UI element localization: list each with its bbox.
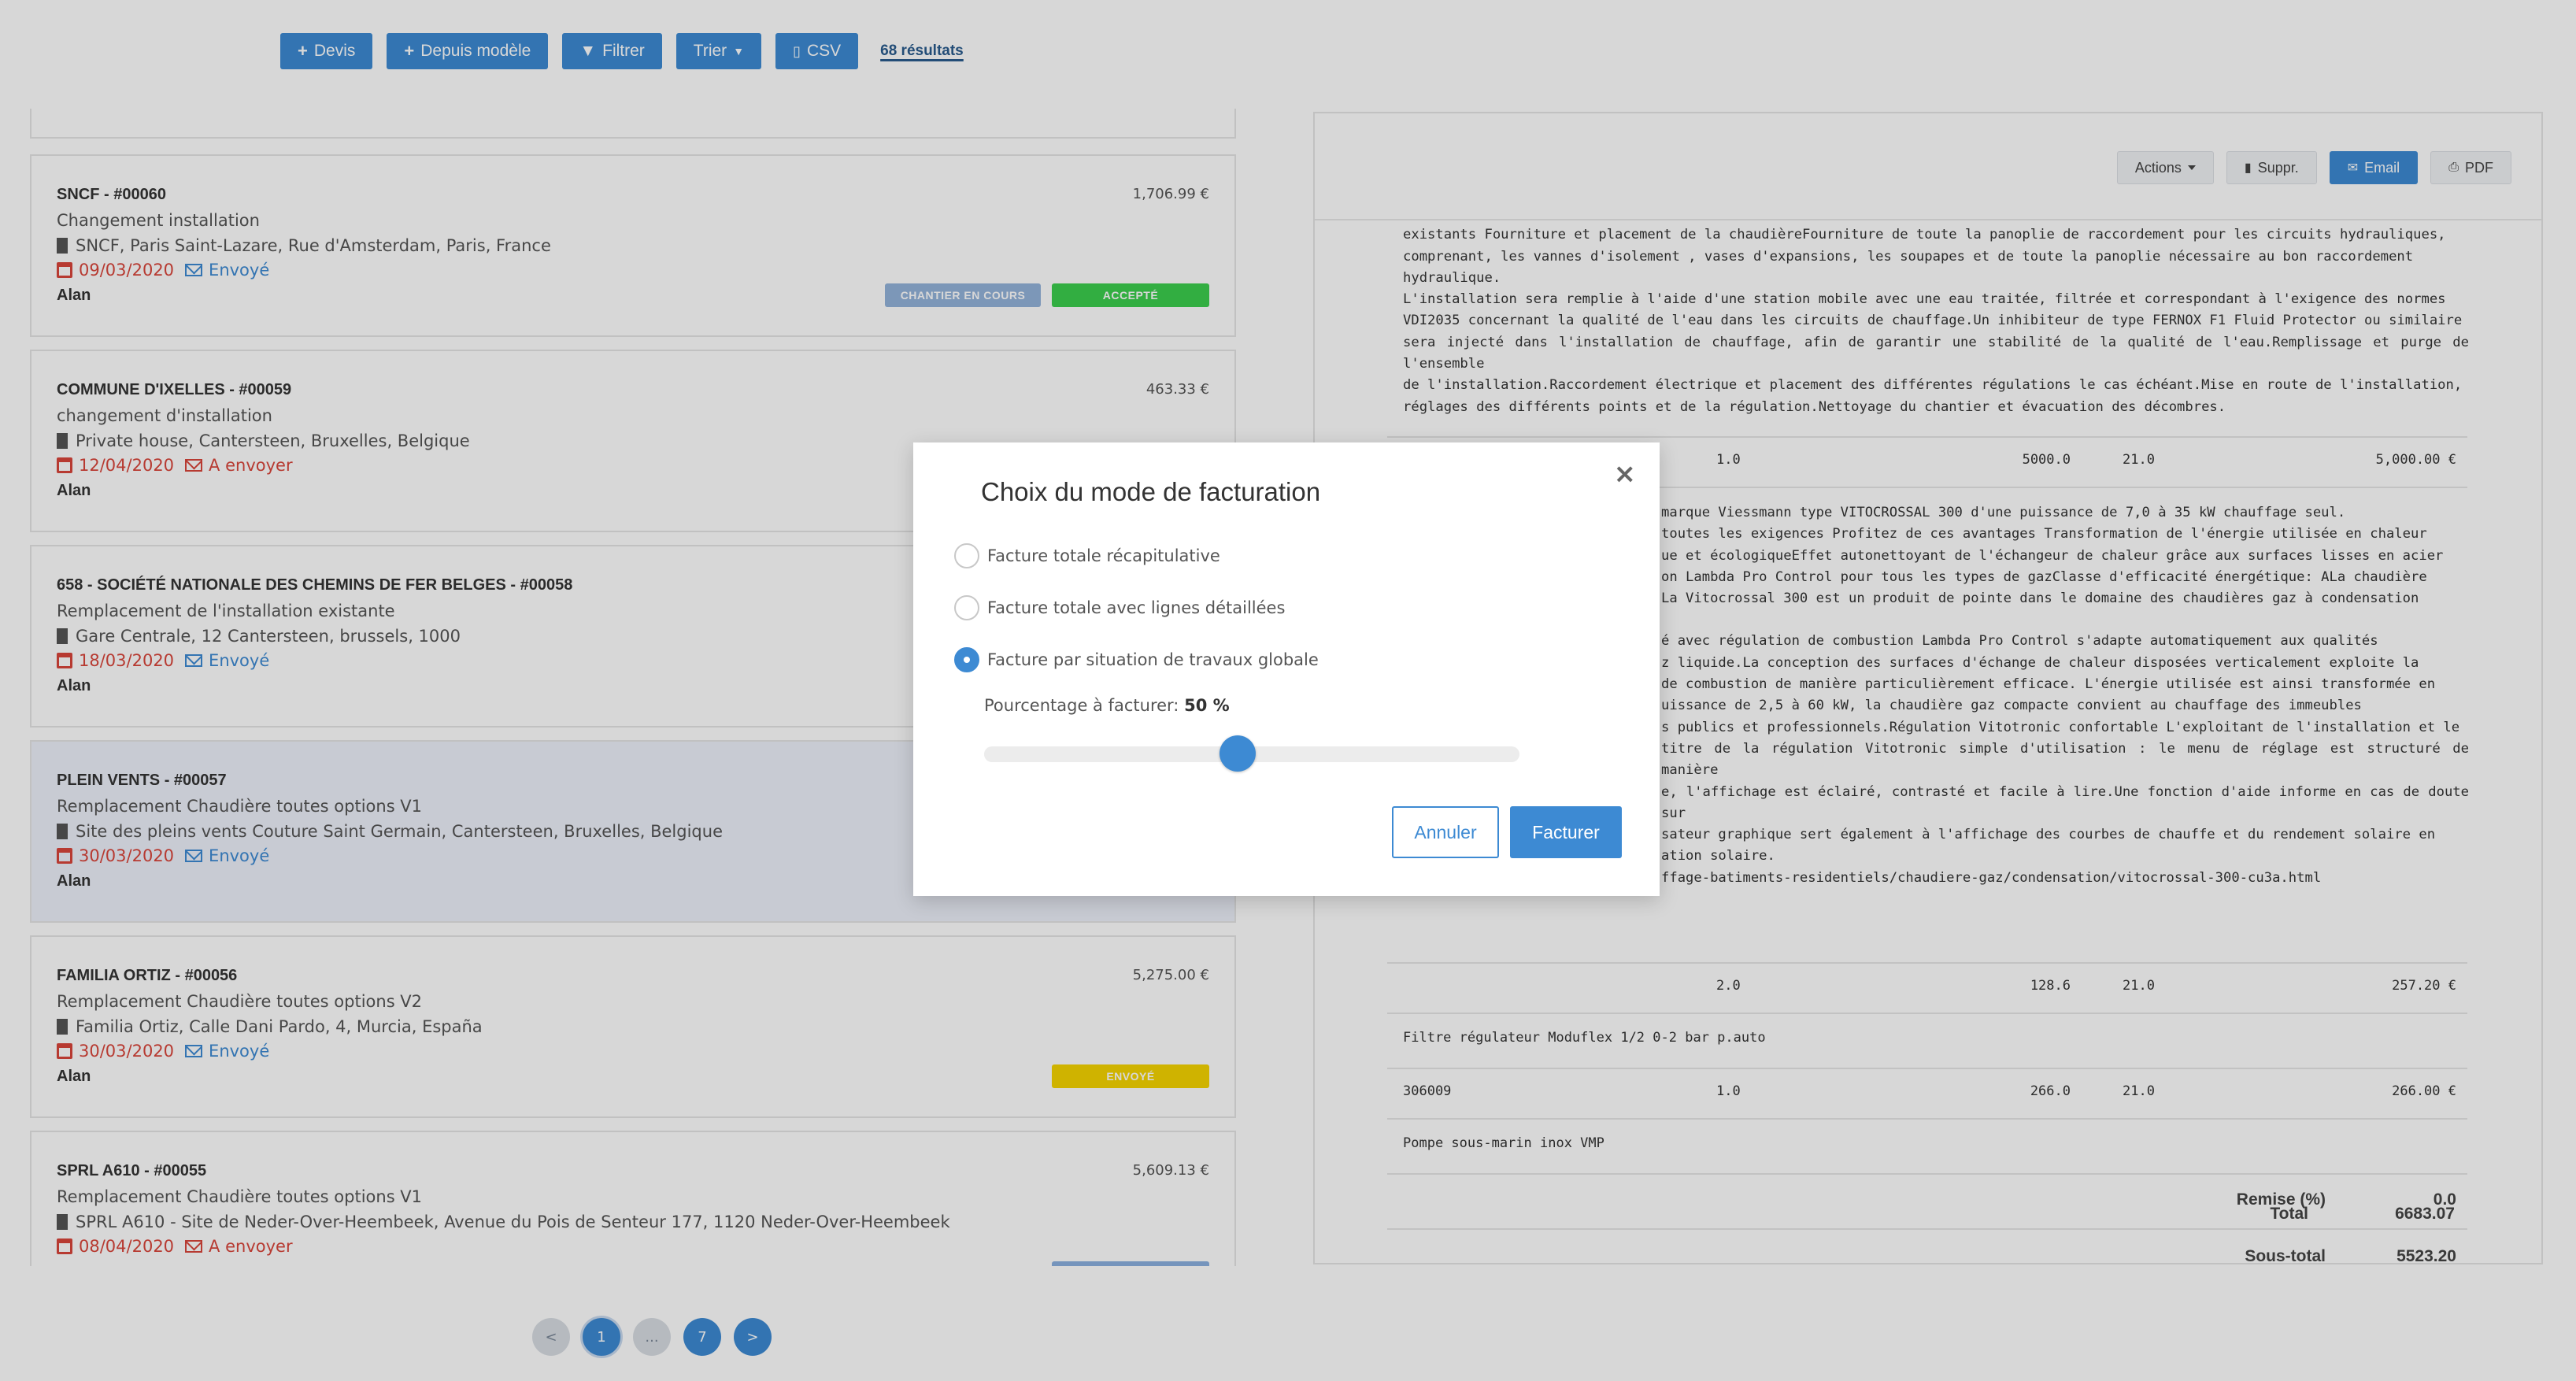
percentage-label-text: Pourcentage à facturer: — [984, 696, 1179, 715]
radio-total-detailed[interactable] — [954, 595, 979, 620]
radio-total-recap[interactable] — [954, 543, 979, 568]
modal-title: Choix du mode de facturation — [981, 477, 1321, 506]
close-icon[interactable]: × — [1614, 458, 1637, 490]
invoice-button[interactable]: Facturer — [1510, 806, 1622, 858]
option-situation-global[interactable]: Facture par situation de travaux globale — [954, 647, 1319, 672]
option-label: Facture totale récapitulative — [987, 546, 1220, 565]
percentage-value: 50 % — [1184, 696, 1230, 715]
option-label: Facture totale avec lignes détaillées — [987, 598, 1286, 617]
percentage-label: Pourcentage à facturer: 50 % — [984, 696, 1230, 715]
option-label: Facture par situation de travaux globale — [987, 650, 1319, 669]
radio-situation-global[interactable] — [954, 647, 979, 672]
percentage-slider-handle[interactable] — [1220, 735, 1256, 772]
option-total-recap[interactable]: Facture totale récapitulative — [954, 543, 1220, 568]
cancel-button[interactable]: Annuler — [1392, 806, 1499, 858]
option-total-detailed[interactable]: Facture totale avec lignes détaillées — [954, 595, 1285, 620]
billing-mode-modal: Choix du mode de facturation × Facture t… — [913, 442, 1660, 896]
